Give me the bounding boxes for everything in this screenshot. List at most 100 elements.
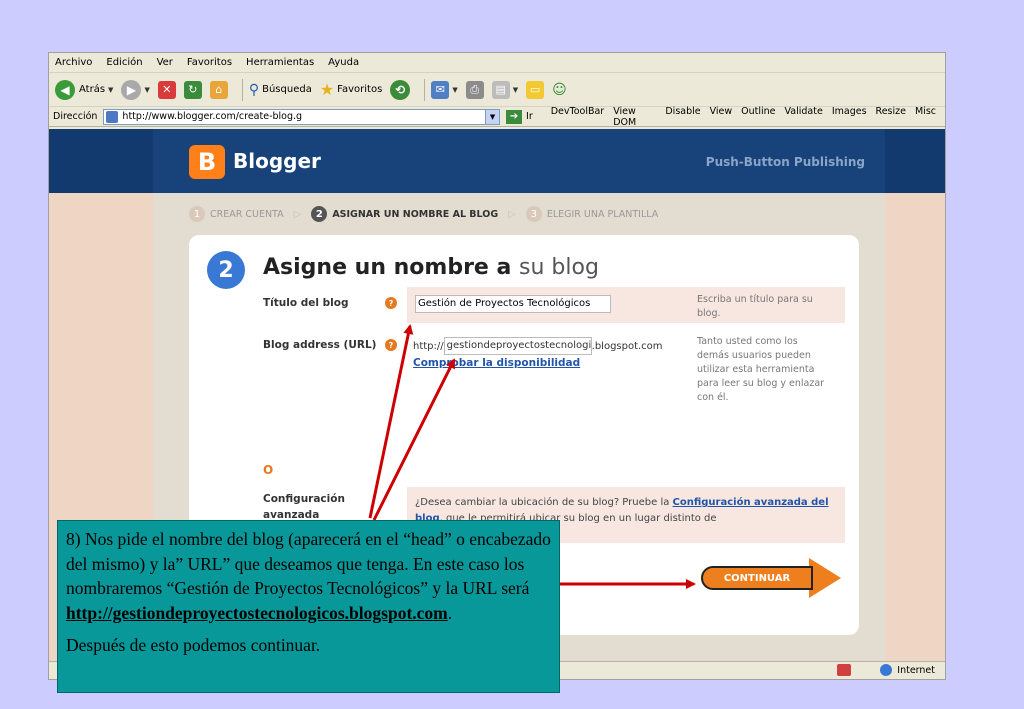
step-2-number: 2 [311, 206, 328, 222]
menu-ver[interactable]: Ver [157, 57, 173, 68]
devtool-images[interactable]: Images [832, 106, 867, 128]
title-label: Título del blog [263, 297, 349, 309]
folder-button[interactable]: ▭ [526, 80, 545, 99]
menu-favoritos[interactable]: Favoritos [187, 57, 232, 68]
menu-edicion[interactable]: Edición [106, 57, 142, 68]
header-inner: B Blogger Push-Button Publishing [153, 129, 885, 193]
continue-button[interactable]: CONTINUAR [701, 558, 841, 598]
printer-icon: ⎙ [465, 80, 484, 99]
advanced-label: Configuración avanzada [263, 493, 345, 521]
stop-button[interactable]: ✕ [157, 80, 176, 99]
globe-icon [880, 664, 893, 676]
zone-label: Internet [897, 664, 935, 676]
help-icon[interactable]: ? [385, 297, 397, 309]
title-bold: Asigne un nombre a [263, 255, 512, 280]
step-2-label: ASIGNAR UN NOMBRE AL BLOG [332, 208, 499, 220]
menu-archivo[interactable]: Archivo [55, 57, 92, 68]
devtool-view-dom[interactable]: View DOM [613, 106, 656, 128]
forward-button[interactable]: ▶ ▼ [121, 79, 150, 100]
help-icon[interactable]: ? [385, 339, 397, 351]
home-icon: ⌂ [209, 80, 228, 99]
edit-button[interactable]: ▤ ▼ [491, 80, 518, 99]
devtool-disable[interactable]: Disable [665, 106, 700, 128]
annotation-box: 8) Nos pide el nombre del blog (aparecer… [57, 520, 560, 693]
go-label: Ir [526, 111, 533, 122]
edit-icon: ▤ [491, 80, 510, 99]
step-3-number: 3 [525, 206, 542, 222]
chevron-down-icon[interactable]: ▼ [485, 109, 500, 124]
dev-toolbar: DevToolBar View DOM Disable View Outline… [551, 106, 945, 128]
devtool-resize[interactable]: Resize [876, 106, 906, 128]
title-field-area: Gestión de Proyectos Tecnológicos Escrib… [407, 287, 845, 323]
refresh-button[interactable]: ↻ [183, 80, 202, 99]
chevron-down-icon[interactable]: ▼ [144, 86, 149, 94]
annotation-url-tail: . [447, 602, 453, 623]
devtool-devtoolbar[interactable]: DevToolBar [551, 106, 604, 128]
history-icon: ⟲ [390, 79, 411, 100]
back-arrow-icon: ◀ [55, 79, 75, 100]
menu-ayuda[interactable]: Ayuda [328, 57, 359, 68]
print-button[interactable]: ⎙ [465, 80, 484, 99]
title-light: su blog [519, 255, 599, 280]
step-number-badge: 2 [207, 251, 245, 289]
security-icon [837, 664, 851, 676]
step-1-number: 1 [189, 206, 205, 222]
step-arrow-icon: ▷ [508, 208, 516, 220]
blogger-name[interactable]: Blogger [233, 149, 321, 173]
blog-address-line: http:// gestiondeproyectostecnologicos .… [413, 337, 663, 355]
advanced-text-pre: ¿Desea cambiar la ubicación de su blog? … [415, 497, 673, 508]
toolbar-separator [241, 78, 243, 101]
go-button[interactable]: ➔ Ir [506, 109, 533, 124]
annotation-paragraph-1: 8) Nos pide el nombre del blog (aparecer… [66, 527, 551, 625]
chevron-down-icon[interactable]: ▼ [513, 86, 518, 94]
annotation-url[interactable]: http://gestiondeproyectostecnologicos.bl… [66, 603, 448, 623]
address-url: http://www.blogger.com/create-blog.g [122, 111, 303, 122]
toolbar: ◀ Atrás ▼ ▶ ▼ ✕ ↻ ⌂ ⚲ Búsqueda ★ Favorit… [49, 73, 945, 107]
address-suffix: .blogspot.com [591, 340, 663, 352]
back-button[interactable]: ◀ Atrás ▼ [55, 79, 113, 100]
messenger-icon: ☺ [552, 81, 567, 98]
search-label: Búsqueda [262, 84, 312, 95]
address-prefix: http:// [413, 340, 444, 352]
blog-title-input[interactable]: Gestión de Proyectos Tecnológicos [415, 295, 611, 313]
favorites-button[interactable]: ★ Favoritos [320, 80, 382, 99]
menu-bar: Archivo Edición Ver Favoritos Herramient… [49, 53, 945, 73]
status-zone: Internet [880, 664, 935, 676]
messenger-button[interactable]: ☺ [552, 82, 567, 98]
step-3-label: ELEGIR UNA PLANTILLA [546, 208, 659, 220]
devtool-outline[interactable]: Outline [741, 106, 775, 128]
stop-icon: ✕ [157, 80, 176, 99]
refresh-icon: ↻ [183, 80, 202, 99]
devtool-view[interactable]: View [710, 106, 733, 128]
toolbar-separator [424, 78, 426, 101]
address-field-area: http:// gestiondeproyectostecnologicos .… [407, 329, 845, 449]
continue-arrow-icon [809, 558, 841, 598]
address-label: Dirección [53, 111, 98, 122]
step-indicator: 1 CREAR CUENTA ▷ 2 ASIGNAR UN NOMBRE AL … [153, 193, 885, 235]
blogger-tagline: Push-Button Publishing [705, 155, 865, 169]
star-icon: ★ [319, 80, 335, 99]
annotation-paragraph-2: Después de esto podemos continuar. [66, 635, 321, 655]
mail-button[interactable]: ✉ ▼ [431, 80, 458, 99]
home-button[interactable]: ⌂ [209, 80, 228, 99]
mail-icon: ✉ [431, 80, 450, 99]
title-hint: Escriba un título para su blog. [697, 294, 813, 319]
address-input[interactable]: http://www.blogger.com/create-blog.g ▼ [103, 108, 501, 125]
history-button[interactable]: ⟲ [390, 79, 411, 100]
blog-url-input[interactable]: gestiondeproyectostecnologicos [443, 337, 592, 355]
step-arrow-icon: ▷ [293, 208, 302, 220]
check-availability-link[interactable]: Comprobar la disponibilidad [413, 357, 580, 369]
go-arrow-icon: ➔ [506, 109, 523, 124]
step-3: 3 ELEGIR UNA PLANTILLA [525, 206, 659, 222]
address-bar: Dirección http://www.blogger.com/create-… [49, 106, 945, 128]
favorites-label: Favoritos [337, 84, 383, 95]
blogger-logo-icon[interactable]: B [189, 145, 225, 179]
menu-herramientas[interactable]: Herramientas [246, 57, 314, 68]
chevron-down-icon[interactable]: ▼ [452, 86, 457, 94]
back-label: Atrás [79, 84, 106, 95]
search-button[interactable]: ⚲ Búsqueda [249, 82, 312, 98]
continue-label: CONTINUAR [701, 566, 813, 590]
devtool-misc[interactable]: Misc [915, 106, 936, 128]
chevron-down-icon[interactable]: ▼ [108, 86, 113, 94]
devtool-validate[interactable]: Validate [785, 106, 823, 128]
